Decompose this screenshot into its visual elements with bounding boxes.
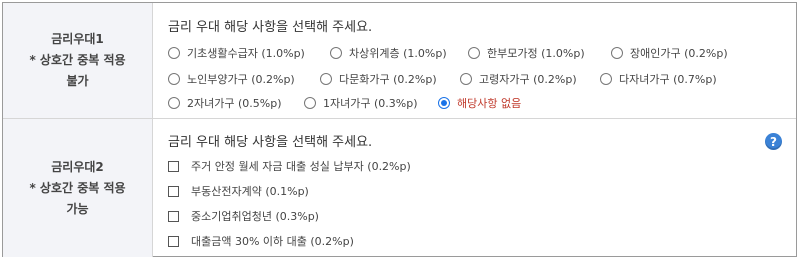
radio-button[interactable] — [468, 47, 480, 59]
radio-option-elderly-household[interactable]: 고령자가구 (0.2%p) — [460, 71, 577, 87]
radio-button[interactable] — [168, 47, 180, 59]
radio-option-label: 해당사항 없음 — [457, 97, 522, 110]
checkbox[interactable] — [168, 235, 179, 247]
radio-option-multicultural[interactable]: 다문화가구 (0.2%p) — [320, 71, 437, 87]
radio-button[interactable] — [330, 47, 342, 59]
checkbox[interactable] — [168, 185, 179, 197]
section-2-question: 금리 우대 해당 사항을 선택해 주세요. — [168, 135, 373, 150]
section-2-note: * 상호간 중복 적용 — [29, 180, 126, 195]
radio-option-label: 기초생활수급자 (1.0%p) — [187, 47, 305, 60]
radio-option-label: 장애인가구 (0.2%p) — [630, 47, 728, 60]
section-2-title: 금리우대2 — [51, 159, 104, 174]
radio-option-none-applicable[interactable]: 해당사항 없음 — [438, 95, 521, 111]
checkbox-option-label: 중소기업취업청년 (0.3%p) — [191, 210, 319, 223]
section-2-content: 금리 우대 해당 사항을 선택해 주세요. 주거 안정 월세 자금 대출 성실 … — [154, 119, 796, 257]
radio-button[interactable] — [168, 73, 180, 85]
checkbox-option-label: 주거 안정 월세 자금 대출 성실 납부자 (0.2%p) — [191, 160, 411, 173]
radio-option-disabled-household[interactable]: 장애인가구 (0.2%p) — [611, 45, 728, 61]
radio-option-basic-livelihood[interactable]: 기초생활수급자 (1.0%p) — [168, 45, 305, 61]
radio-option-label: 고령자가구 (0.2%p) — [479, 73, 577, 86]
radio-option-label: 1자녀가구 (0.3%p) — [323, 97, 418, 110]
radio-option-label: 다문화가구 (0.2%p) — [339, 73, 437, 86]
radio-button[interactable] — [460, 73, 472, 85]
section-1-note: * 상호간 중복 적용 — [29, 53, 126, 67]
checkbox-option-sme-youth[interactable]: 중소기업취업청년 (0.3%p) — [168, 208, 319, 224]
checkbox-option-loan-under-30[interactable]: 대출금액 30% 이하 대출 (0.2%p) — [168, 233, 354, 249]
checkbox-option-label: 부동산전자계약 (0.1%p) — [191, 185, 309, 198]
radio-option-label: 노인부양가구 (0.2%p) — [187, 73, 295, 86]
radio-option-single-parent[interactable]: 한부모가정 (1.0%p) — [468, 45, 585, 61]
help-icon[interactable]: ? — [765, 133, 782, 150]
radio-option-label: 2자녀가구 (0.5%p) — [187, 97, 282, 110]
section-1-title: 금리우대1 — [51, 32, 104, 46]
loan-rate-preference-form: 금리우대1 * 상호간 중복 적용 불가 금리 우대 해당 사항을 선택해 주세… — [2, 2, 797, 257]
checkbox[interactable] — [168, 210, 179, 222]
section-1-label: 금리우대1 * 상호간 중복 적용 불가 — [3, 3, 153, 118]
radio-button[interactable] — [600, 73, 612, 85]
radio-button[interactable] — [611, 47, 623, 59]
radio-option-label: 한부모가정 (1.0%p) — [487, 47, 585, 60]
radio-option-one-child[interactable]: 1자녀가구 (0.3%p) — [304, 95, 418, 111]
checkbox-option-rent-payer[interactable]: 주거 안정 월세 자금 대출 성실 납부자 (0.2%p) — [168, 158, 411, 174]
radio-button[interactable] — [168, 97, 180, 109]
checkbox-option-e-contract[interactable]: 부동산전자계약 (0.1%p) — [168, 183, 309, 199]
checkbox[interactable] — [168, 160, 179, 172]
radio-option-elderly-support[interactable]: 노인부양가구 (0.2%p) — [168, 71, 295, 87]
radio-option-near-poverty[interactable]: 차상위계층 (1.0%p) — [330, 45, 447, 61]
radio-button-selected[interactable] — [438, 97, 450, 109]
section-1-note-cont: 불가 — [66, 74, 89, 88]
radio-option-label: 차상위계층 (1.0%p) — [349, 47, 447, 60]
section-1-question: 금리 우대 해당 사항을 선택해 주세요. — [168, 20, 373, 35]
radio-option-multi-child[interactable]: 다자녀가구 (0.7%p) — [600, 71, 717, 87]
checkbox-option-label: 대출금액 30% 이하 대출 (0.2%p) — [191, 235, 354, 248]
radio-button[interactable] — [304, 97, 316, 109]
section-2-label: 금리우대2 * 상호간 중복 적용 가능 — [3, 119, 153, 257]
radio-option-two-children[interactable]: 2자녀가구 (0.5%p) — [168, 95, 282, 111]
section-1-content: 금리 우대 해당 사항을 선택해 주세요. 기초생활수급자 (1.0%p) 차상… — [154, 3, 796, 118]
rate-preference-section-2: 금리우대2 * 상호간 중복 적용 가능 금리 우대 해당 사항을 선택해 주세… — [3, 119, 796, 257]
section-2-note-cont: 가능 — [66, 201, 89, 216]
radio-button[interactable] — [320, 73, 332, 85]
radio-option-label: 다자녀가구 (0.7%p) — [619, 73, 717, 86]
rate-preference-section-1: 금리우대1 * 상호간 중복 적용 불가 금리 우대 해당 사항을 선택해 주세… — [3, 3, 796, 119]
